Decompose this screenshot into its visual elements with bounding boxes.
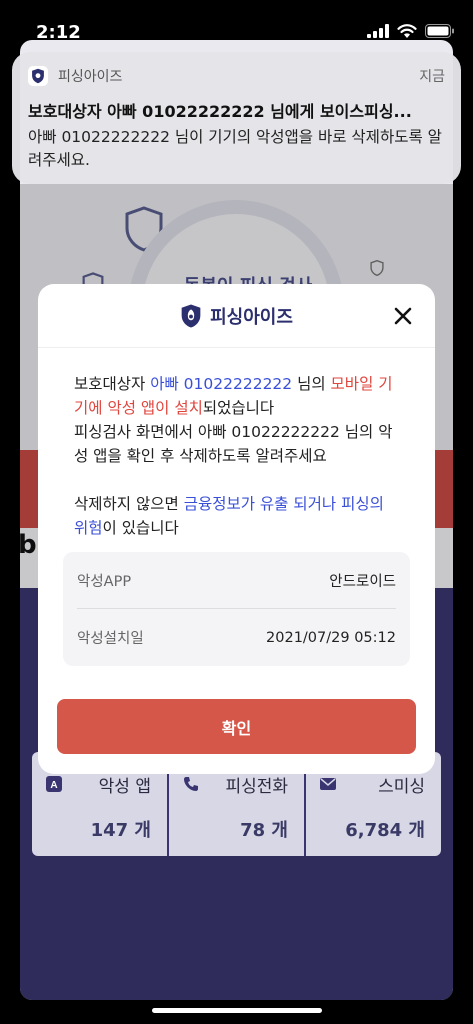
clock: 2:12 [36, 22, 81, 43]
info-label: 악성설치일 [77, 631, 144, 647]
message-paragraph-2: 삭제하지 않으면 금융정보가 유출 되거나 피싱의 위험이 있습니다 [74, 492, 399, 540]
brand-shield-icon [181, 303, 201, 328]
home-indicator[interactable] [152, 1008, 322, 1013]
app-shield-icon [28, 66, 48, 86]
status-icons [367, 24, 455, 38]
stat-label: 피싱전화 [225, 777, 288, 797]
msg-text: 되었습니다 [202, 399, 275, 417]
msg-highlight-blue: 아빠 01022222222 [150, 375, 293, 393]
info-row-date: 악성설치일 2021/07/29 05:12 [77, 609, 396, 666]
battery-icon [425, 24, 454, 38]
signal-icon [367, 24, 389, 38]
malware-info-box: 악성APP 안드로이드 악성설치일 2021/07/29 05:12 [63, 552, 410, 666]
stat-count: 147 개 [90, 820, 151, 841]
notification-title: 보호대상자 아빠 01022222222 님에게 보이스피싱... [28, 102, 412, 121]
notification-body: 아빠 01022222222 님이 기기의 악성앱을 바로 삭제하도록 알려주세… [28, 128, 442, 169]
notification-header: 피싱아이즈 지금 [28, 64, 445, 88]
brand-name: 피싱아이즈 [210, 306, 293, 328]
msg-text: 삭제하지 않으면 [74, 495, 184, 513]
modal-brand: 피싱아이즈 [180, 303, 293, 329]
mail-icon [320, 778, 336, 790]
close-icon[interactable] [391, 304, 415, 328]
info-value: 2021/07/29 05:12 [266, 629, 396, 646]
info-value: 안드로이드 [329, 573, 396, 590]
push-notification[interactable]: 피싱아이즈 지금 보호대상자 아빠 01022222222 님에게 보이스피싱.… [12, 52, 461, 184]
confirm-button[interactable]: 확인 [57, 699, 416, 754]
app-icon: A [46, 776, 62, 792]
msg-text: 이 있습니다 [102, 519, 179, 537]
message-paragraph-1: 보호대상자 아빠 01022222222 님의 모바일 기기에 악성 앱이 설치… [74, 372, 399, 468]
modal-header: 피싱아이즈 [38, 284, 435, 348]
modal-message: 보호대상자 아빠 01022222222 님의 모바일 기기에 악성 앱이 설치… [38, 348, 435, 540]
stat-count: 6,784 개 [345, 820, 425, 841]
info-row-app: 악성APP 안드로이드 [77, 552, 396, 609]
info-label: 악성APP [77, 573, 132, 590]
notification-time: 지금 [419, 69, 445, 85]
phishing-alert-modal: 피싱아이즈 보호대상자 아빠 01022222222 님의 모바일 기기에 악성… [38, 284, 435, 774]
status-bar: 2:12 [0, 0, 473, 50]
stat-count: 78 개 [240, 820, 288, 841]
wifi-icon [397, 24, 417, 38]
msg-text: 피싱검사 화면에서 아빠 01022222222 님의 악성 앱을 확인 후 삭… [74, 423, 393, 465]
stat-label: 스미싱 [378, 777, 425, 797]
msg-text: 보호대상자 [74, 375, 151, 393]
phone-icon [184, 777, 198, 791]
msg-text: 님의 [292, 375, 331, 393]
stat-label: 악성 앱 [98, 777, 151, 797]
svg-text:A: A [50, 780, 57, 791]
notification-app-name: 피싱아이즈 [58, 69, 123, 85]
